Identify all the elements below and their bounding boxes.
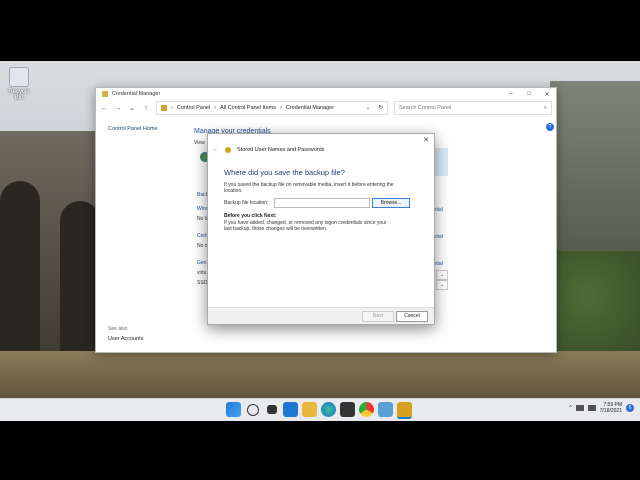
- store-icon[interactable]: [340, 402, 355, 417]
- breadcrumb-control-panel[interactable]: Control Panel: [177, 105, 210, 111]
- search-icon: ⌕: [543, 104, 547, 111]
- breadcrumb-all-items[interactable]: All Control Panel Items: [220, 105, 276, 111]
- close-button[interactable]: ✕: [538, 91, 556, 98]
- recycle-bin-label: Recycle Bin: [8, 89, 30, 101]
- certificate-credentials-heading: Certi: [197, 233, 208, 239]
- key-icon: [225, 146, 231, 153]
- search-icon[interactable]: [247, 404, 259, 416]
- refresh-icon[interactable]: ↻: [374, 105, 387, 111]
- control-panel-icon: [161, 105, 167, 111]
- backup-location-input[interactable]: [274, 198, 370, 208]
- browse-button[interactable]: Browse...: [372, 198, 410, 208]
- back-button[interactable]: ←: [100, 105, 108, 112]
- file-explorer-icon[interactable]: [302, 402, 317, 417]
- edge-icon[interactable]: [321, 402, 336, 417]
- clock[interactable]: 7:59 PM 7/18/2021: [600, 402, 622, 414]
- display-icon[interactable]: [575, 405, 584, 411]
- credential-manager-icon[interactable]: [397, 402, 412, 419]
- forward-button[interactable]: →: [114, 105, 122, 112]
- credential-manager-icon: [102, 91, 108, 97]
- backup-location-label: Backup file location:: [224, 200, 269, 206]
- control-panel-home-link[interactable]: Control Panel Home: [108, 126, 158, 132]
- window-title: Credential Manager: [112, 91, 161, 97]
- viaduct-arch: [0, 181, 40, 361]
- dialog-header: Stored User Names and Passwords: [237, 146, 325, 153]
- dialog-description: If you saved the backup file on removabl…: [224, 182, 394, 194]
- breadcrumb-sep: ›: [171, 105, 173, 111]
- task-view-icon[interactable]: [267, 405, 277, 414]
- chrome-icon[interactable]: [359, 402, 374, 417]
- user-accounts-link[interactable]: User Accounts: [108, 336, 143, 342]
- dialog-title: Where did you save the backup file?: [224, 168, 345, 177]
- view-label: View: [194, 140, 205, 146]
- maximize-button[interactable]: □: [520, 91, 538, 98]
- minimize-button[interactable]: –: [502, 91, 520, 98]
- ground-background: [0, 351, 640, 401]
- up-button[interactable]: ↑: [142, 105, 150, 112]
- generic-credentials-heading: Gen: [197, 260, 207, 266]
- notification-badge[interactable]: 6: [626, 404, 634, 412]
- viaduct-arch: [60, 201, 100, 361]
- control-panel-icon[interactable]: [378, 402, 393, 417]
- clock-date: 7/18/2021: [599, 408, 622, 414]
- dialog-footer: Next Cancel: [208, 307, 434, 324]
- address-bar: ← → ⌄ ↑ › Control Panel › All Control Pa…: [96, 100, 556, 116]
- recent-locations-button[interactable]: ⌄: [128, 104, 136, 112]
- taskbar: ^ 7:59 PM 7/18/2021 6: [0, 398, 640, 421]
- breadcrumb-sep: ›: [279, 105, 282, 111]
- widgets-icon[interactable]: [283, 402, 298, 417]
- dialog-back-button[interactable]: ←: [212, 146, 219, 153]
- no-certificates-text: No c: [197, 243, 208, 249]
- search-box[interactable]: Search Control Panel ⌕: [394, 101, 552, 115]
- windows-start-icon[interactable]: [226, 402, 241, 417]
- address-dropdown-icon[interactable]: ⌄: [366, 105, 371, 111]
- recycle-bin[interactable]: Recycle Bin: [4, 67, 34, 101]
- stored-passwords-dialog: ✕ ← Stored User Names and Passwords Wher…: [207, 133, 435, 325]
- dialog-close-button[interactable]: ✕: [423, 136, 429, 144]
- cancel-button[interactable]: Cancel: [396, 311, 428, 322]
- credential-item[interactable]: virtu: [197, 270, 206, 276]
- help-icon[interactable]: ?: [546, 123, 554, 131]
- volume-icon[interactable]: [587, 405, 596, 411]
- breadcrumb-sep: ›: [214, 105, 217, 111]
- see-also-label: See also: [108, 326, 128, 332]
- search-input[interactable]: Search Control Panel: [399, 105, 451, 111]
- expand-chevron-icon[interactable]: ⌄: [436, 270, 448, 280]
- tray-overflow-icon[interactable]: ^: [569, 405, 571, 411]
- breadcrumb[interactable]: › Control Panel › All Control Panel Item…: [156, 101, 388, 115]
- next-button[interactable]: Next: [362, 311, 394, 322]
- before-next-heading: Before you click Next:: [224, 213, 277, 219]
- breadcrumb-credential-manager[interactable]: Credential Manager: [286, 105, 334, 111]
- before-next-text: If you have added, changed, or removed a…: [224, 220, 387, 232]
- credential-item[interactable]: SSO: [197, 280, 208, 286]
- recycle-bin-icon: [9, 67, 29, 87]
- expand-chevron-icon[interactable]: ⌄: [436, 280, 448, 290]
- title-bar[interactable]: Credential Manager – □ ✕: [96, 88, 556, 100]
